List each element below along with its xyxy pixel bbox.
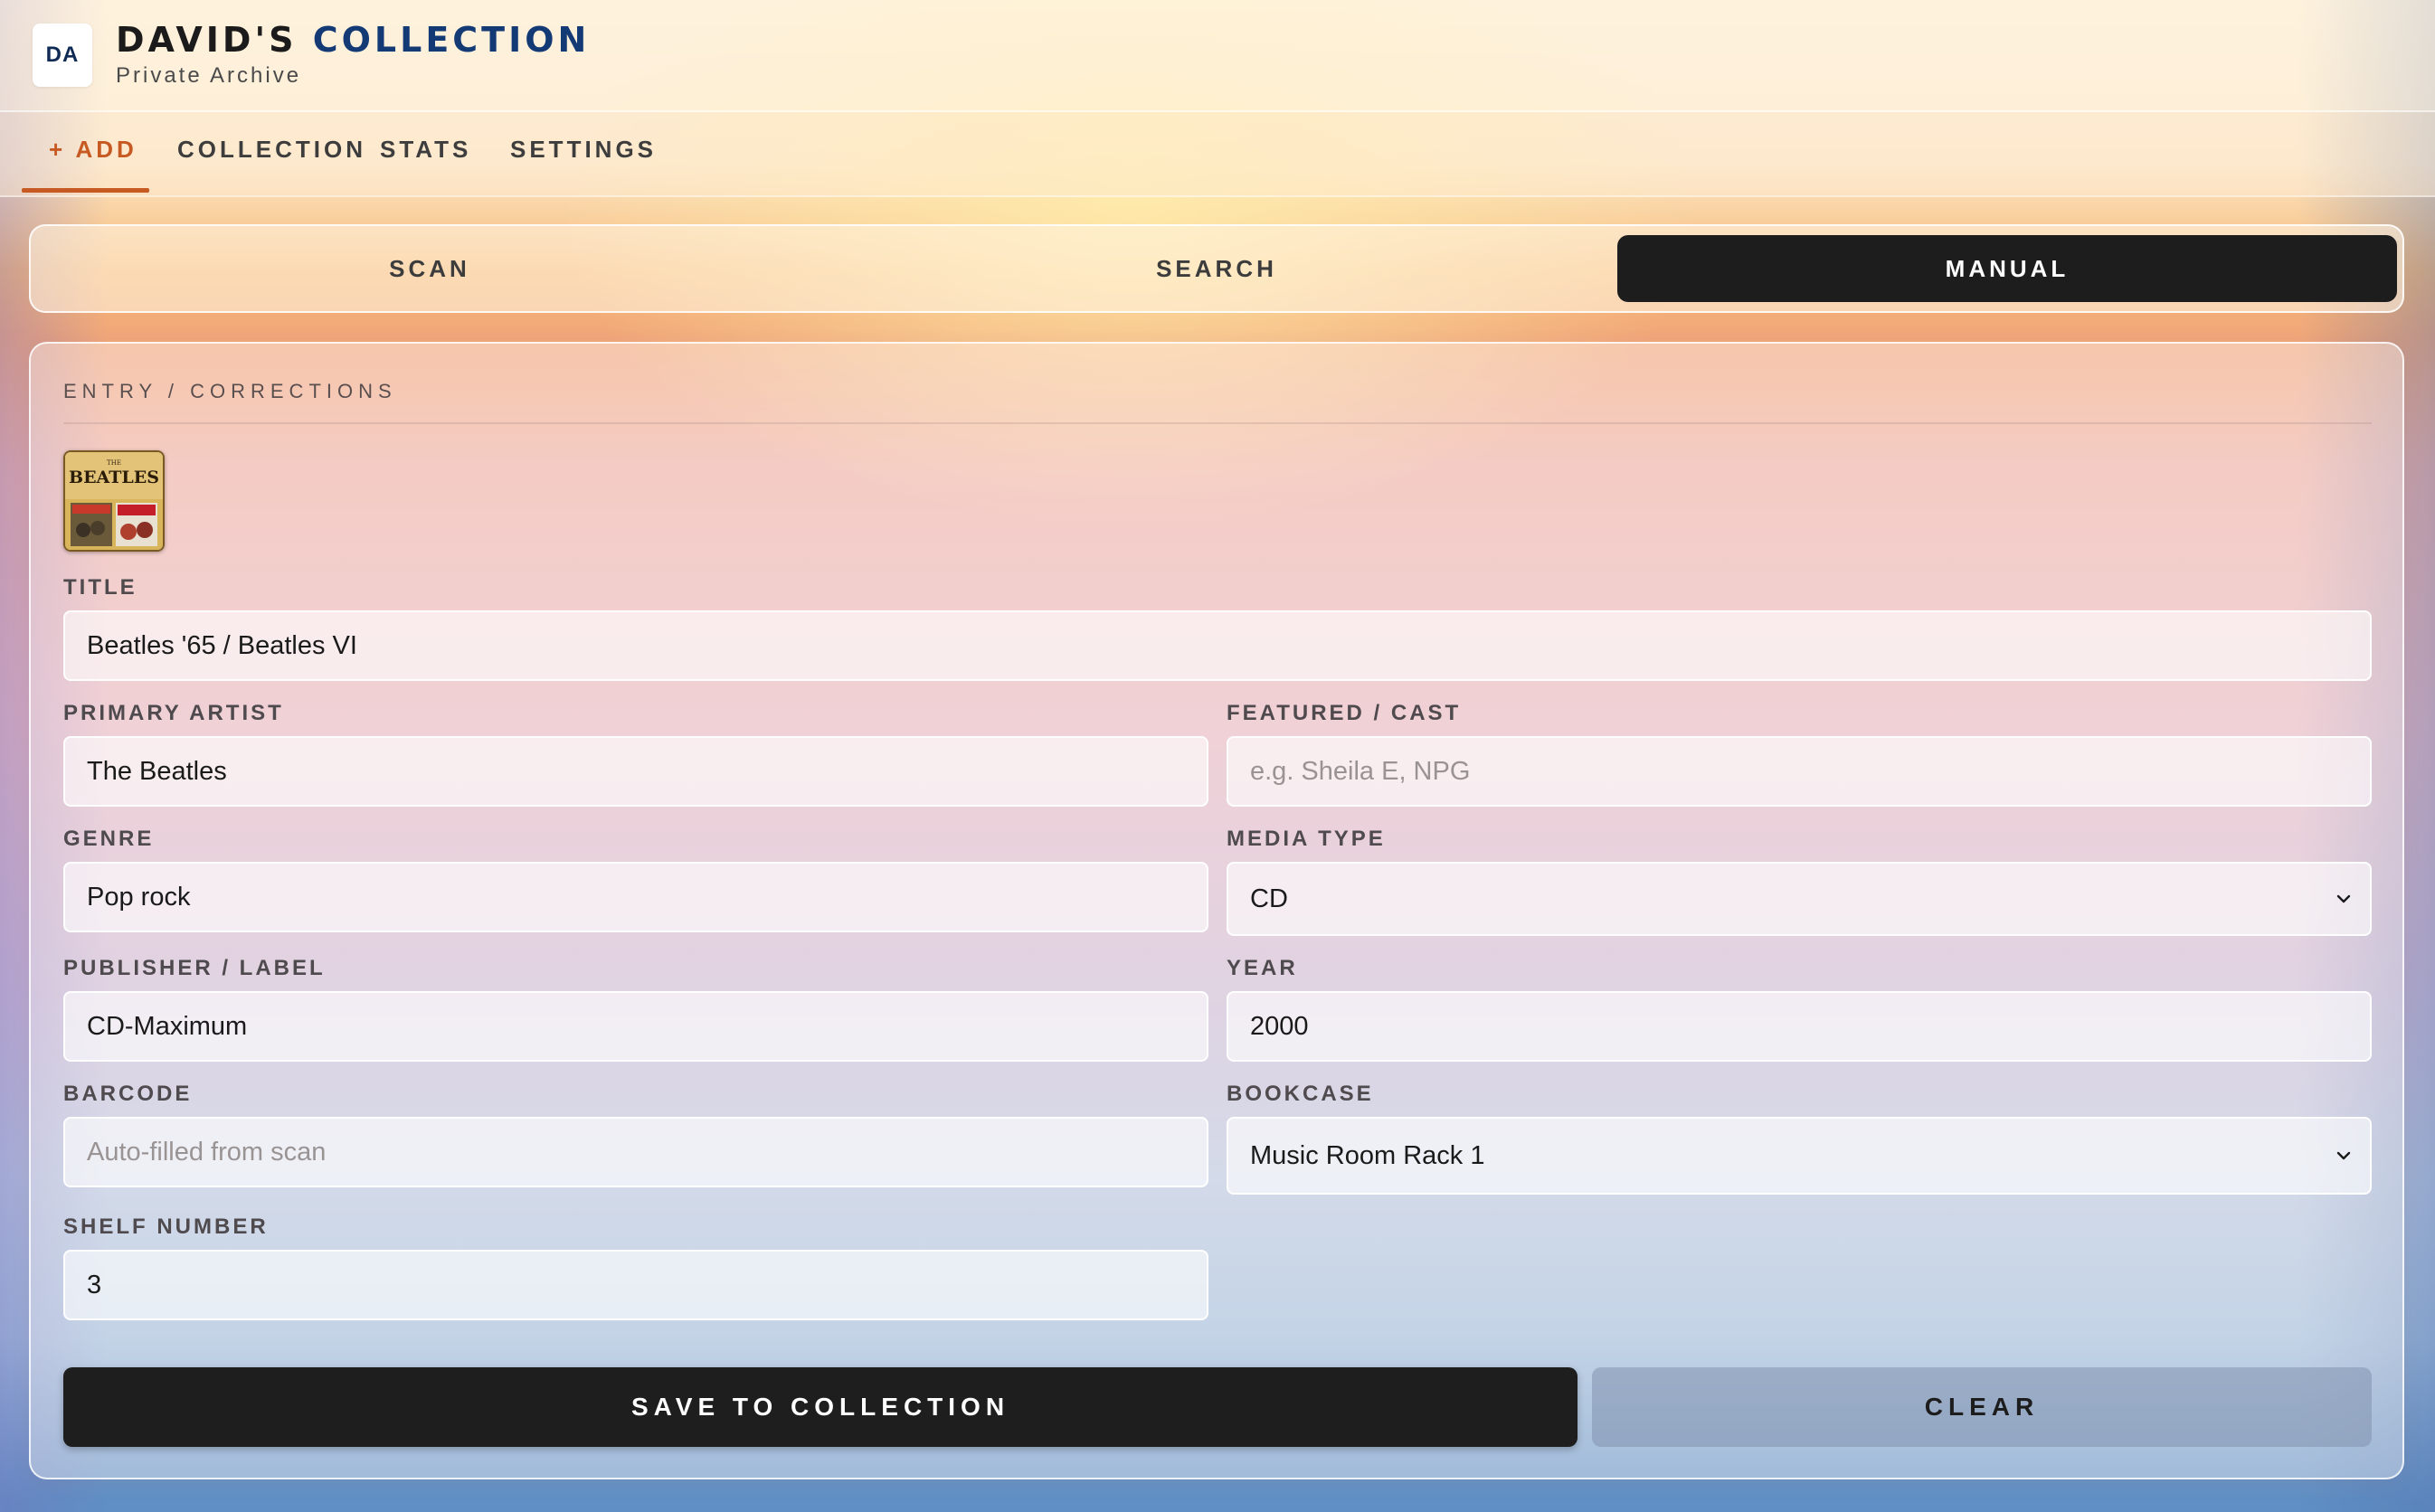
barcode-input[interactable]: Auto-filled from scan (63, 1117, 1208, 1187)
year-label: YEAR (1227, 956, 1298, 980)
title-label: TITLE (63, 575, 137, 600)
section-divider (63, 422, 2372, 424)
media-type-label: MEDIA TYPE (1227, 827, 1386, 851)
title-input[interactable]: Beatles '65 / Beatles VI (63, 610, 2372, 681)
clear-button[interactable]: CLEAR (1592, 1367, 2372, 1447)
nav-collection[interactable]: COLLECTION (177, 136, 366, 164)
tab-search[interactable]: SEARCH (827, 235, 1606, 302)
tab-scan[interactable]: SCAN (40, 235, 820, 302)
media-type-select[interactable]: CD (1227, 862, 2372, 936)
chevron-down-icon (2336, 1151, 2351, 1160)
publisher-input[interactable]: CD-Maximum (63, 991, 1208, 1062)
genre-label: GENRE (63, 827, 155, 851)
app-title-owner: DAVID'S (116, 20, 298, 60)
featured-cast-input[interactable]: e.g. Sheila E, NPG (1227, 736, 2372, 807)
save-to-collection-button[interactable]: SAVE TO COLLECTION (63, 1367, 1578, 1447)
bookcase-value: Music Room Rack 1 (1250, 1140, 1485, 1170)
bookcase-select[interactable]: Music Room Rack 1 (1227, 1117, 2372, 1195)
primary-artist-input[interactable]: The Beatles (63, 736, 1208, 807)
publisher-label: PUBLISHER / LABEL (63, 956, 326, 980)
album-cover-thumbnail[interactable]: THE BEATLES (63, 450, 165, 552)
section-title: ENTRY / CORRECTIONS (63, 380, 397, 402)
bookcase-label: BOOKCASE (1227, 1082, 1374, 1106)
app-title: DAVID'S COLLECTION (116, 20, 590, 60)
primary-artist-label: PRIMARY ARTIST (63, 701, 284, 725)
cover-title-small: THE (107, 459, 121, 467)
tab-manual[interactable]: MANUAL (1617, 235, 2397, 302)
app-subtitle: Private Archive (116, 63, 302, 88)
genre-input[interactable]: Pop rock (63, 862, 1208, 932)
featured-cast-label: FEATURED / CAST (1227, 701, 1462, 725)
nav-stats[interactable]: STATS (380, 136, 471, 164)
shelf-number-input[interactable]: 3 (63, 1250, 1208, 1320)
barcode-label: BARCODE (63, 1082, 193, 1106)
nav-active-indicator (22, 188, 149, 193)
media-type-value: CD (1250, 884, 1288, 913)
shelf-number-label: SHELF NUMBER (63, 1214, 269, 1239)
cover-title: BEATLES (69, 468, 159, 487)
album-cover-art: THE BEATLES (65, 452, 163, 550)
nav-add[interactable]: + ADD (49, 136, 137, 164)
app-title-collection: COLLECTION (312, 20, 591, 60)
logo-badge: DA (33, 24, 92, 87)
chevron-down-icon (2336, 894, 2351, 903)
nav-settings[interactable]: SETTINGS (510, 136, 657, 164)
year-input[interactable]: 2000 (1227, 991, 2372, 1062)
